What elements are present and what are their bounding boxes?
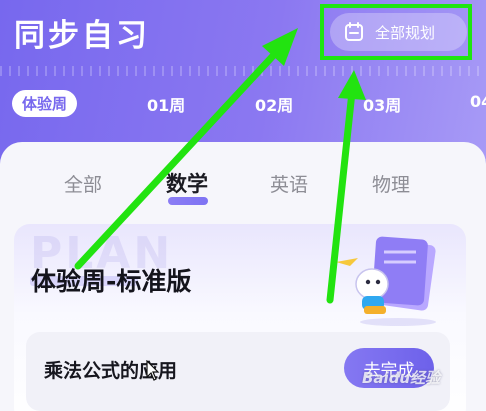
subject-tab-physics[interactable]: 物理 xyxy=(372,170,410,197)
week-tab-04[interactable]: 04 xyxy=(470,92,486,111)
watermark-logo: Baidu经验 xyxy=(362,367,440,388)
week-tab-bar: 体验周 01周 02周 03周 04 xyxy=(0,88,486,122)
watermark-brand: Baidu xyxy=(362,369,411,387)
mascot-illustration xyxy=(336,236,436,326)
subject-tab-all[interactable]: 全部 xyxy=(64,170,102,197)
watermark-suffix: 经验 xyxy=(410,369,441,387)
page-title: 同步自习 xyxy=(14,18,150,54)
annotation-highlight-box xyxy=(320,4,472,60)
week-tab-01[interactable]: 01周 xyxy=(147,92,185,116)
week-tab-trial[interactable]: 体验周 xyxy=(12,90,78,117)
week-tab-03[interactable]: 03周 xyxy=(363,92,401,116)
subject-tab-english[interactable]: 英语 xyxy=(270,170,308,197)
cursor-icon xyxy=(146,360,160,381)
week-tab-02[interactable]: 02周 xyxy=(255,92,293,116)
header-pattern xyxy=(0,66,486,76)
plan-title: 体验周-标准版 xyxy=(31,267,192,296)
active-tab-indicator xyxy=(168,197,208,205)
subject-tab-math[interactable]: 数学 xyxy=(166,168,208,198)
